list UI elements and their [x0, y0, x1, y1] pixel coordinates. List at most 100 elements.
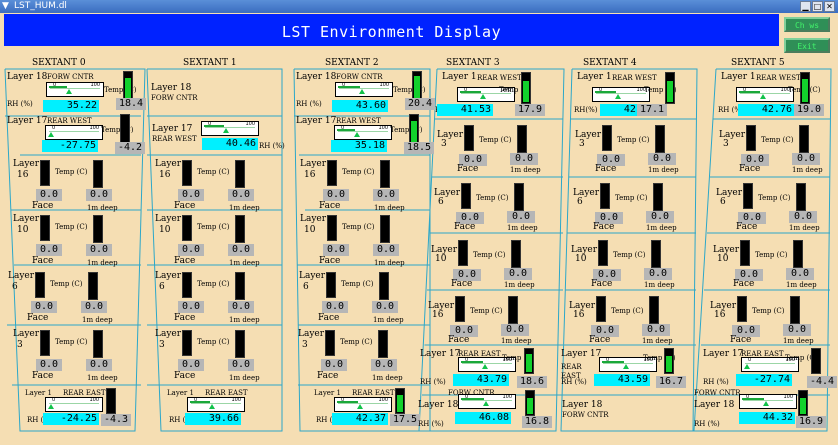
- layer-label: Layer: [155, 159, 182, 169]
- temp-label: Temp (C): [55, 338, 88, 346]
- face-label: Face: [32, 256, 54, 266]
- window-menu-icon[interactable]: ▼: [2, 1, 12, 12]
- face-thermometer: [326, 272, 336, 298]
- close-button[interactable]: ✕: [824, 1, 835, 12]
- temp-label: Temp (C): [758, 194, 791, 202]
- humidity-gauge: 0 100: [187, 397, 245, 412]
- layer-number: 3: [17, 340, 23, 350]
- sextant-0-header: SEXTANT 0: [32, 58, 86, 68]
- layer-label: Layer: [300, 214, 327, 224]
- deep-temp-value: 0.0: [504, 268, 532, 280]
- deep-label: 1m deep: [374, 204, 405, 212]
- face-label: Face: [174, 371, 196, 381]
- temperature-value: 16.9: [796, 416, 826, 428]
- face-label: Face: [32, 371, 54, 381]
- layer-number: 10: [159, 225, 171, 235]
- layer-18-label: Layer 18: [562, 400, 603, 410]
- deep-label: 1m deep: [786, 281, 817, 289]
- face-thermometer: [182, 330, 192, 356]
- gauge-bar: [337, 129, 355, 131]
- deep-temp-value: 0.0: [228, 359, 254, 371]
- deep-label: 1m deep: [501, 337, 532, 345]
- gauge-pointer: [482, 364, 489, 369]
- location-label: REAR: [561, 363, 582, 371]
- face-temp-value: 0.0: [178, 244, 204, 256]
- deep-label: 1m deep: [789, 224, 820, 232]
- layer-label: Layer: [13, 159, 40, 169]
- gauge-bar: [190, 401, 210, 403]
- gauge-pointer: [48, 404, 54, 409]
- deep-thermometer: [651, 240, 661, 268]
- deep-label: 1m deep: [783, 337, 814, 345]
- humidity-value: -27.74: [736, 374, 792, 386]
- gauge-pointer: [763, 401, 770, 406]
- gauge-pointer: [622, 364, 629, 369]
- face-thermometer: [600, 183, 610, 209]
- ch-ws-button[interactable]: Ch ws: [784, 17, 830, 32]
- temperature-thermometer: [521, 72, 531, 104]
- layer-number: 16: [432, 310, 444, 320]
- deep-label: 1m deep: [87, 374, 118, 382]
- face-temp-value: 0.0: [323, 189, 349, 201]
- deep-label: 1m deep: [646, 224, 677, 232]
- deep-label: 1m deep: [229, 204, 260, 212]
- humidity-gauge: 0 100: [45, 397, 103, 412]
- face-label: Face: [736, 222, 758, 232]
- location-label: FORW CNTR: [151, 94, 198, 102]
- deep-temp-value: 0.0: [373, 189, 399, 201]
- gauge-scale-line: [338, 131, 388, 132]
- gauge-scale-line: [745, 363, 795, 364]
- temp-label: Temp (C): [342, 223, 375, 231]
- exit-button[interactable]: Exit: [784, 38, 830, 53]
- face-temp-value: 0.0: [31, 301, 57, 313]
- temperature-value: 17.9: [515, 104, 545, 116]
- location-label: FORW CNTR: [47, 73, 94, 81]
- temp-label: Temp (C): [55, 223, 88, 231]
- face-label: Face: [730, 335, 752, 345]
- face-label: Face: [454, 222, 476, 232]
- face-thermometer: [737, 296, 747, 322]
- deep-temp-value: 0.0: [510, 153, 538, 165]
- humidity-gauge: 0 100: [458, 394, 516, 409]
- deep-label: 1m deep: [82, 316, 113, 324]
- face-thermometer: [182, 272, 192, 298]
- deep-temp-value: 0.0: [648, 153, 676, 165]
- temp-label: Temp (C): [470, 307, 503, 315]
- thermometer-fill: [802, 79, 808, 102]
- gauge-min-label: 0: [52, 125, 56, 131]
- layer-number: 3: [579, 139, 585, 149]
- temperature-thermometer: [800, 72, 810, 104]
- layer-18-label: Layer 18: [694, 400, 735, 410]
- maximize-button[interactable]: □: [812, 1, 823, 12]
- temp-label: Temp (C): [476, 194, 509, 202]
- humidity-value: 46.08: [455, 412, 511, 424]
- gauge-bar: [595, 91, 617, 93]
- layer-17-label: Layer 17: [420, 349, 461, 359]
- temperature-thermometer: [123, 71, 133, 101]
- deep-label: 1m deep: [504, 281, 535, 289]
- temp-label: Temp (C): [340, 338, 373, 346]
- deep-temp-value: 0.0: [646, 211, 674, 223]
- deep-label: 1m deep: [510, 166, 541, 174]
- temperature-thermometer: [409, 114, 419, 144]
- face-thermometer: [40, 215, 50, 241]
- deep-thermometer: [508, 296, 518, 324]
- temperature-thermometer: [524, 348, 534, 374]
- window-titlebar: ▼ LST_HUM.dl ▁ □ ✕: [0, 0, 838, 13]
- gauge-pointer: [615, 94, 622, 99]
- location-label: REAR WEST: [477, 74, 522, 82]
- minimize-button[interactable]: ▁: [800, 1, 811, 12]
- deep-thermometer: [511, 240, 521, 268]
- layer-number: 6: [577, 197, 583, 207]
- location-label: REAR WEST: [152, 135, 197, 143]
- gauge-pointer: [358, 89, 365, 94]
- layer-label: Layer: [155, 214, 182, 224]
- gauge-pointer: [483, 401, 490, 406]
- temp-label: Temp (C): [197, 280, 230, 288]
- gauge-max-label: 100: [245, 121, 255, 127]
- layer-number: 6: [303, 282, 309, 292]
- deep-label: 1m deep: [229, 259, 260, 267]
- layer-label: Layer: [155, 329, 182, 339]
- location-label: FORW CNTR: [562, 411, 609, 419]
- temperature-value: -4.4: [807, 376, 837, 388]
